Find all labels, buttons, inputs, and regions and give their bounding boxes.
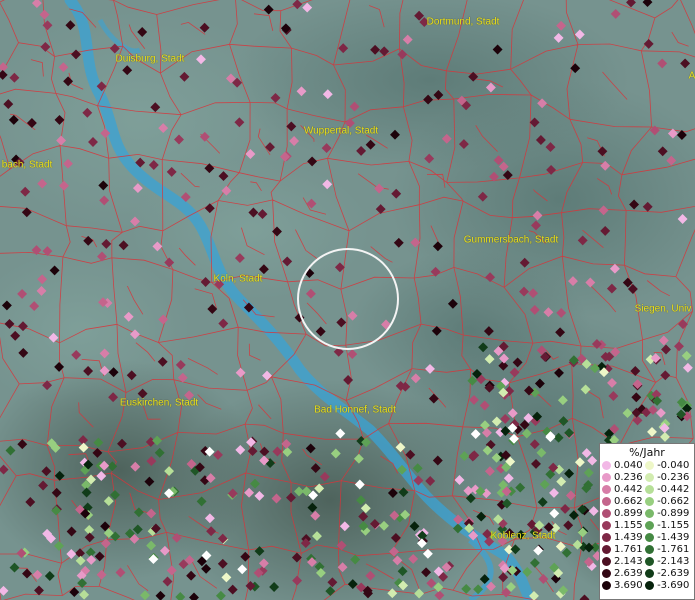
city-label-euskirchen: Euskirchen, Stadt [119, 397, 199, 409]
city-label-siegen: Siegen, Univ [634, 303, 692, 315]
legend-table: 0.040 -0.040 0.236 -0.236 0.442 -0.442 0.662 -0… [602, 460, 692, 592]
city-label-koeln: Köln, Stadt [213, 273, 263, 285]
legend-row: 2.143 -2.143 [602, 556, 692, 568]
legend-value-positive: 0.442 [614, 484, 643, 495]
legend-swatch-negative [645, 544, 655, 554]
legend-value-positive: 0.236 [614, 472, 643, 483]
legend-value-positive: 3.690 [614, 580, 643, 591]
legend-value-negative: -2.639 [657, 568, 690, 579]
city-label-duisburg: Duisburg, Stadt [115, 53, 185, 65]
legend-swatch-negative [645, 568, 655, 578]
legend-row: 1.155 -1.155 [602, 520, 692, 532]
legend-row: 0.899 -0.899 [602, 508, 692, 520]
legend-value-negative: -0.040 [657, 460, 690, 471]
legend-swatch-positive [602, 460, 611, 470]
city-label-bad-honnef: Bad Honnef, Stadt [314, 404, 396, 416]
legend-swatch-positive [602, 484, 611, 494]
city-label-koblenz: Koblenz, Stadt [490, 530, 556, 542]
legend-value-positive: 2.639 [614, 568, 643, 579]
city-label-partial-a: A [688, 70, 695, 82]
legend-value-positive: 2.143 [614, 556, 643, 567]
legend-swatch-negative [645, 532, 655, 542]
legend-swatch-negative [645, 484, 655, 494]
city-label-dortmund: Dortmund, Stadt [426, 16, 500, 28]
legend-swatch-negative [645, 520, 655, 530]
legend-swatch-positive [602, 532, 611, 542]
legend-value-negative: -0.662 [657, 496, 690, 507]
legend-swatch-positive [602, 496, 611, 506]
legend-swatch-negative [645, 580, 655, 590]
legend-swatch-positive [602, 544, 611, 554]
legend-swatch-positive [602, 520, 611, 530]
legend-value-positive: 0.662 [614, 496, 643, 507]
legend-value-negative: -1.155 [657, 520, 690, 531]
legend-row: 0.040 -0.040 [602, 460, 692, 472]
legend-row: 0.236 -0.236 [602, 472, 692, 484]
legend-value-negative: -0.442 [657, 484, 690, 495]
legend-swatch-negative [645, 460, 655, 470]
legend-value-positive: 1.761 [614, 544, 643, 555]
legend-value-negative: -0.899 [657, 508, 690, 519]
legend-swatch-negative [645, 556, 655, 566]
legend-swatch-positive [602, 556, 611, 566]
legend-row: 1.761 -1.761 [602, 544, 692, 556]
legend-row: 3.690 -3.690 [602, 580, 692, 592]
city-label-wuppertal: Wuppertal, Stadt [303, 125, 379, 137]
legend-swatch-negative [645, 472, 655, 482]
legend-row: 0.442 -0.442 [602, 484, 692, 496]
legend-value-negative: -1.439 [657, 532, 690, 543]
legend-row: 0.662 -0.662 [602, 496, 692, 508]
city-label-partial-bach: bach, Stadt [1, 159, 53, 171]
map-view[interactable]: Dortmund, Stadt Duisburg, Stadt Wupperta… [0, 0, 695, 600]
map-legend: %/Jahr 0.040 -0.040 0.236 -0.236 0.442 -0.442… [599, 443, 695, 600]
legend-swatch-positive [602, 568, 611, 578]
legend-swatch-negative [645, 496, 655, 506]
map-canvas [0, 0, 695, 600]
legend-value-negative: -0.236 [657, 472, 690, 483]
legend-row: 2.639 -2.639 [602, 568, 692, 580]
legend-value-positive: 1.155 [614, 520, 643, 531]
legend-value-negative: -2.143 [657, 556, 690, 567]
legend-title: %/Jahr [629, 446, 665, 459]
legend-value-positive: 0.040 [614, 460, 643, 471]
legend-swatch-positive [602, 472, 611, 482]
legend-value-negative: -1.761 [657, 544, 690, 555]
city-label-gummersbach: Gummersbach, Stadt [463, 234, 559, 246]
legend-swatch-positive [602, 580, 611, 590]
legend-row: 1.439 -1.439 [602, 532, 692, 544]
legend-swatch-negative [645, 508, 655, 518]
legend-value-positive: 1.439 [614, 532, 643, 543]
legend-value-positive: 0.899 [614, 508, 643, 519]
legend-value-negative: -3.690 [657, 580, 690, 591]
legend-swatch-positive [602, 508, 611, 518]
